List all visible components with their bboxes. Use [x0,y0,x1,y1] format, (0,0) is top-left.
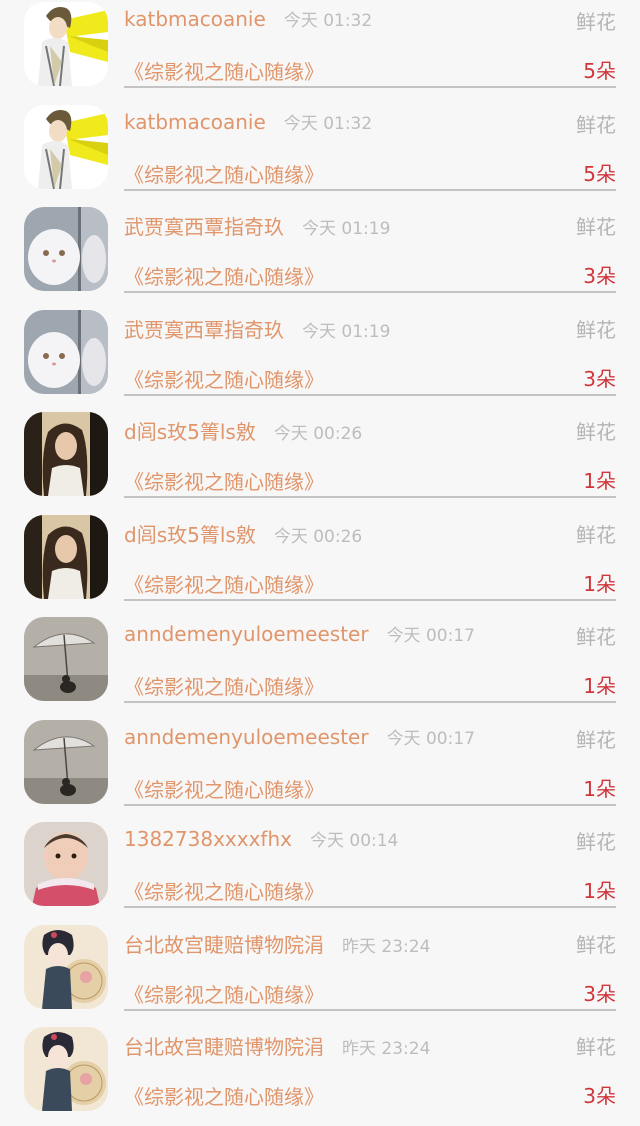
anime-boy-avatar-icon[interactable] [24,2,108,86]
white-cat-avatar-icon[interactable] [24,309,108,394]
woman-portrait-avatar-icon[interactable] [24,412,108,496]
gift-time: 今天 00:26 [273,424,363,444]
gift-type: 鲜花 [576,727,616,752]
gift-row[interactable]: anndemenyuloemeester 今天 00:17 鲜花 《综影视之随心随… [0,716,640,819]
gift-type: 鲜花 [576,420,616,444]
book-title[interactable]: 《综影视之随心随缘》 [124,364,324,393]
row-divider [124,393,616,396]
book-title[interactable]: 《综影视之随心随缘》 [124,671,324,700]
sender-name: anndemenyuloemeester 今天 00:17 [124,622,475,646]
gift-row[interactable]: 武贾寞西覃指奇玖 今天 01:19 鲜花 《综影视之随心随缘》 3朵 [0,306,640,409]
gift-row[interactable]: anndemenyuloemeester 今天 00:17 鲜花 《综影视之随心随… [0,613,640,716]
gift-row[interactable]: 1382738xxxxfhx 今天 00:14 鲜花 《综影视之随心随缘》 1朵 [0,818,640,921]
gift-amount: 3朵 [583,1084,616,1108]
sender-name: 武贾寞西覃指奇玖 今天 01:19 [124,215,391,239]
gift-row[interactable]: 台北故宫睫赔博物院涓 昨天 23:24 鲜花 《综影视之随心随缘》 3朵 [0,1023,640,1126]
sender-name: 台北故宫睫赔博物院涓 昨天 23:24 [124,1035,431,1059]
row-divider [124,496,616,498]
book-title[interactable]: 《综影视之随心随缘》 [124,159,324,188]
gift-amount: 5朵 [583,161,616,186]
gift-amount: 5朵 [583,59,616,83]
book-title[interactable]: 《综影视之随心随缘》 [124,466,324,495]
sender-name: katbmacoanie 今天 01:32 [124,109,373,134]
row-divider [124,86,616,88]
gift-row[interactable]: katbmacoanie 今天 01:32 鲜花 《综影视之随心随缘》 5朵 [0,0,640,101]
gift-type: 鲜花 [576,830,616,854]
book-title[interactable]: 《综影视之随心随缘》 [124,774,324,803]
gift-time: 今天 00:26 [273,526,363,547]
gift-time: 今天 00:17 [386,728,475,749]
gift-time: 今天 01:32 [283,113,373,134]
row-divider [124,188,616,191]
umbrella-avatar-icon[interactable] [24,719,108,804]
gift-time: 昨天 23:24 [342,1039,431,1059]
sender-name: anndemenyuloemeester 今天 00:17 [124,724,475,749]
book-title[interactable]: 《综影视之随心随缘》 [124,261,324,290]
gift-time: 今天 00:17 [386,626,475,646]
gift-row[interactable]: katbmacoanie 今天 01:32 鲜花 《综影视之随心随缘》 5朵 [0,101,640,204]
umbrella-avatar-icon[interactable] [24,617,108,701]
gift-amount: 3朵 [583,981,616,1006]
gift-row[interactable]: d闾s玫5箐ls敫 今天 00:26 鲜花 《综影视之随心随缘》 1朵 [0,408,640,511]
gift-row[interactable]: 武贾寞西覃指奇玖 今天 01:19 鲜花 《综影视之随心随缘》 3朵 [0,203,640,306]
woman-portrait-avatar-icon[interactable] [24,514,108,599]
book-title[interactable]: 《综影视之随心随缘》 [124,56,324,85]
gift-time: 今天 00:14 [309,831,399,851]
row-divider [124,291,616,293]
gift-time: 今天 01:19 [302,219,391,239]
gift-row[interactable]: 台北故宫睫赔博物院涓 昨天 23:24 鲜花 《综影视之随心随缘》 3朵 [0,921,640,1024]
gift-time: 今天 01:19 [302,321,391,342]
gift-row[interactable]: d闾s玫5箐ls敫 今天 00:26 鲜花 《综影视之随心随缘》 1朵 [0,511,640,614]
gift-amount: 1朵 [583,776,616,801]
row-divider [124,1008,616,1011]
gift-amount: 1朵 [583,674,616,698]
sender-name: 武贾寞西覃指奇玖 今天 01:19 [124,317,391,342]
sender-name: d闾s玫5箐ls敫 今天 00:26 [124,420,363,444]
gift-type: 鲜花 [576,10,616,34]
row-divider [124,803,616,806]
ancient-lady-avatar-icon[interactable] [24,924,108,1009]
gift-type: 鲜花 [576,215,616,239]
baby-avatar-icon[interactable] [24,822,108,906]
gift-type: 鲜花 [576,932,616,957]
sender-name: d闾s玫5箐ls敫 今天 00:26 [124,522,363,547]
gift-time: 昨天 23:24 [342,936,431,957]
sender-name: 台北故宫睫赔博物院涓 昨天 23:24 [124,932,431,957]
gift-amount: 1朵 [583,571,616,596]
book-title[interactable]: 《综影视之随心随缘》 [124,979,324,1008]
gift-list: katbmacoanie 今天 01:32 鲜花 《综影视之随心随缘》 5朵 ka… [0,0,640,1126]
gift-type: 鲜花 [576,625,616,649]
white-cat-avatar-icon[interactable] [24,207,108,291]
sender-name: katbmacoanie 今天 01:32 [124,7,373,31]
row-divider [124,906,616,908]
book-title[interactable]: 《综影视之随心随缘》 [124,1081,324,1110]
anime-boy-avatar-icon[interactable] [24,104,108,189]
gift-type: 鲜花 [576,1035,616,1059]
gift-amount: 3朵 [583,264,616,288]
gift-type: 鲜花 [576,522,616,547]
gift-time: 今天 01:32 [283,11,373,31]
gift-type: 鲜花 [576,112,616,137]
sender-name: 1382738xxxxfhx 今天 00:14 [124,827,399,851]
gift-type: 鲜花 [576,317,616,342]
row-divider [124,701,616,703]
book-title[interactable]: 《综影视之随心随缘》 [124,569,324,598]
row-divider [124,598,616,601]
gift-amount: 1朵 [583,879,616,903]
gift-amount: 3朵 [583,366,616,391]
ancient-lady-avatar-icon[interactable] [24,1027,108,1111]
gift-amount: 1朵 [583,469,616,493]
book-title[interactable]: 《综影视之随心随缘》 [124,876,324,905]
